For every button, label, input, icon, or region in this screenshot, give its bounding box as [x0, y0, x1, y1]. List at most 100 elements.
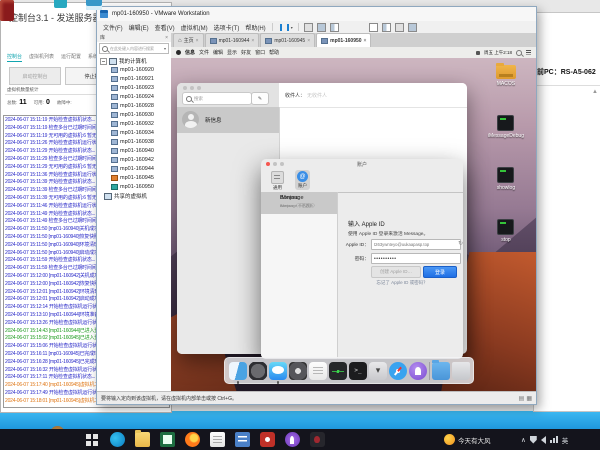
console-view-icon[interactable]: [382, 23, 391, 32]
vm-guest-screen[interactable]: 信息文件编辑显示好友窗口帮助 周五 上午2:18 MACOS iMes: [171, 47, 536, 392]
menu-item[interactable]: 文件: [199, 49, 209, 56]
vm-tree-item[interactable]: mp01-160942: [97, 155, 171, 164]
vm-tree-item[interactable]: mp01-160944: [97, 164, 171, 173]
firefox-icon[interactable]: [185, 432, 200, 447]
collapse-icon[interactable]: [100, 58, 107, 65]
menu-item[interactable]: 编辑(E): [126, 23, 152, 32]
menu-item[interactable]: 帮助(H): [242, 23, 268, 32]
close-tab-icon[interactable]: ×: [251, 38, 254, 44]
menu-item[interactable]: 虚拟机(M): [178, 23, 211, 32]
input-source-icon[interactable]: [476, 51, 480, 55]
tray-expand-icon[interactable]: ∧: [521, 436, 526, 444]
hard-disk-icon[interactable]: ▤: [519, 395, 525, 402]
close-tab-icon[interactable]: ×: [196, 38, 199, 44]
taskbar-slot[interactable]: [232, 429, 252, 450]
vm-tree-item[interactable]: mp01-160928: [97, 101, 171, 110]
edge-icon[interactable]: [110, 432, 125, 447]
activity-monitor-icon[interactable]: [329, 362, 347, 380]
vm-tree-item[interactable]: mp01-160938: [97, 137, 171, 146]
safari-icon[interactable]: [389, 362, 407, 380]
vm-tab[interactable]: mp01-160945 ×: [260, 33, 315, 47]
shared-vms-item[interactable]: 共享的虚拟机: [97, 191, 171, 201]
revert-snapshot-icon[interactable]: [317, 23, 326, 32]
forgot-appleid-link[interactable]: 忘记了 Apple ID 或密码？: [347, 280, 457, 286]
close-tab-icon[interactable]: ×: [364, 38, 367, 44]
vmware-titlebar[interactable]: mp01-160950 - VMware Workstation: [97, 7, 536, 21]
finder-icon[interactable]: [229, 362, 247, 380]
spotlight-icon[interactable]: [516, 50, 522, 56]
vm-tree-item[interactable]: mp01-160940: [97, 146, 171, 155]
security-shield-icon[interactable]: [530, 436, 537, 444]
taskbar-slot[interactable]: [107, 429, 127, 450]
messages-search[interactable]: 搜索: [182, 92, 252, 105]
notification-center-icon[interactable]: [526, 50, 531, 55]
create-appleid-button[interactable]: 创建 Apple ID…: [371, 266, 421, 278]
desktop-icon-teal-1[interactable]: [54, 0, 67, 8]
red-app-icon[interactable]: [260, 432, 275, 447]
textedit-icon[interactable]: [309, 362, 327, 380]
snapshot-icon[interactable]: [304, 23, 313, 32]
compose-message-button[interactable]: ✎: [251, 92, 269, 105]
imessagedebug-icon[interactable]: iMessageDebug: [488, 115, 524, 139]
showlog-icon[interactable]: showlog: [497, 167, 515, 191]
launchpad-icon[interactable]: [249, 362, 267, 380]
search-input[interactable]: 在此处键入内容进行搜索: [110, 46, 162, 52]
menubar-clock[interactable]: 周五 上午2:18: [484, 50, 512, 56]
vm-tree-item[interactable]: mp01-160921: [97, 74, 171, 83]
desktop-icon-teal-2[interactable]: [86, 0, 102, 10]
taskbar-slot[interactable]: [257, 429, 277, 450]
appleid-field[interactable]: t263ywnteyo@uukaapasp.top: [371, 239, 461, 250]
vmware-icon[interactable]: [235, 432, 250, 447]
pause-vm-icon[interactable]: [280, 24, 289, 31]
network-adapter-icon[interactable]: ▦: [526, 395, 532, 402]
taskbar-slot[interactable]: [182, 429, 202, 450]
taskbar-slot[interactable]: [132, 429, 152, 450]
dock-divider[interactable]: [429, 362, 430, 380]
system-preferences-icon[interactable]: [289, 362, 307, 380]
close-icon[interactable]: ×: [165, 35, 168, 41]
vm-tree-item[interactable]: mp01-160934: [97, 128, 171, 137]
service-row[interactable]: Bonjour Bonjour（不活跃）: [261, 192, 337, 214]
console-tab[interactable]: 运行配置: [61, 53, 81, 62]
close-window-icon[interactable]: [183, 86, 187, 90]
vm-tree-item[interactable]: mp01-160924: [97, 92, 171, 101]
start-button[interactable]: [85, 432, 100, 447]
recipient-bar[interactable]: 收件人： 无收件人: [279, 83, 467, 108]
menu-item[interactable]: 信息: [185, 49, 195, 56]
zoom-window-icon[interactable]: [197, 86, 201, 90]
tree-root[interactable]: 我的计算机: [97, 55, 171, 65]
downloads-folder-icon[interactable]: [432, 362, 450, 380]
apple-app-icon[interactable]: [310, 432, 325, 447]
macos-folder-icon[interactable]: MACOS: [496, 65, 516, 87]
purple-app-icon[interactable]: [409, 362, 427, 380]
menu-item[interactable]: 编辑: [213, 49, 223, 56]
terminal-icon[interactable]: >_: [349, 362, 367, 380]
login-button[interactable]: 登录: [423, 266, 457, 278]
messages-icon[interactable]: [269, 362, 287, 380]
console-tab[interactable]: 控制台: [7, 53, 22, 62]
purple-app-icon[interactable]: [285, 432, 300, 447]
weather-widget[interactable]: 今天有大风: [444, 429, 491, 450]
tab-accounts[interactable]: @ 账户: [295, 170, 310, 190]
notepad-icon[interactable]: [210, 432, 225, 447]
desktop-icon-red[interactable]: [0, 0, 14, 21]
excel-icon[interactable]: [160, 432, 175, 447]
stop-icon[interactable]: stop: [497, 219, 514, 243]
file-explorer-icon[interactable]: [135, 432, 150, 447]
scroll-up-icon[interactable]: ▲: [592, 89, 598, 95]
menu-item[interactable]: 查看(V): [152, 23, 178, 32]
console-tab[interactable]: 虚拟机列表: [29, 53, 54, 62]
taskbar-slot[interactable]: [82, 429, 102, 450]
menu-item[interactable]: 显示: [227, 49, 237, 56]
ime-indicator[interactable]: 英: [562, 435, 569, 445]
installer-icon[interactable]: ▾: [369, 362, 387, 380]
menu-item[interactable]: 窗口: [255, 49, 265, 56]
network-icon[interactable]: [550, 436, 558, 443]
vm-tree-item[interactable]: mp01-160945: [97, 173, 171, 182]
vm-tree-item[interactable]: mp01-160950: [97, 182, 171, 191]
menu-item[interactable]: 文件(F): [100, 23, 126, 32]
library-search[interactable]: 在此处键入内容进行搜索 ▾: [99, 43, 169, 54]
vm-tree-item[interactable]: mp01-160932: [97, 119, 171, 128]
close-tab-icon[interactable]: ×: [307, 38, 310, 44]
minimize-window-icon[interactable]: [190, 86, 194, 90]
